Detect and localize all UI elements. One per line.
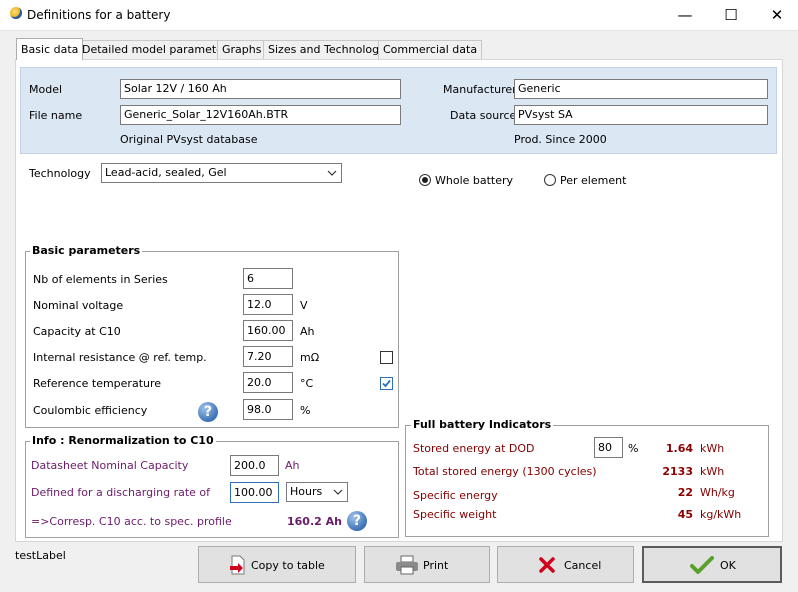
capacity-c10-unit: Ah — [300, 325, 315, 338]
database-note: Original PVsyst database — [120, 133, 258, 146]
coulombic-efficiency-input[interactable]: 98.0 — [243, 399, 293, 420]
nominal-voltage-input[interactable]: 12.0 — [243, 294, 293, 315]
copy-to-table-label: Copy to table — [251, 559, 325, 572]
maximize-icon: ☐ — [724, 6, 738, 24]
discharge-rate-label: Defined for a discharging rate of — [31, 486, 211, 499]
corresponding-c10-value: 160.2 Ah — [287, 515, 342, 528]
dod-unit: % — [628, 442, 639, 455]
ok-label: OK — [720, 559, 736, 572]
tab-commercial-data[interactable]: Commercial data — [378, 40, 483, 59]
series-elements-input[interactable]: 6 — [243, 268, 293, 289]
file-name-label: File name — [29, 109, 83, 122]
discharge-rate-input[interactable]: 100.00 — [230, 482, 279, 503]
chevron-down-icon — [327, 170, 337, 176]
reference-temperature-label: Reference temperature — [33, 377, 162, 390]
technology-value: Lead-acid, sealed, Gel — [105, 166, 227, 179]
coulombic-efficiency-label: Coulombic efficiency — [33, 404, 148, 417]
production-note: Prod. Since 2000 — [514, 133, 607, 146]
discharge-rate-unit-select[interactable]: Hours — [286, 482, 348, 502]
tab-graphs[interactable]: Graphs — [217, 40, 267, 59]
model-field[interactable]: Solar 12V / 160 Ah — [120, 79, 401, 99]
dod-stored-energy-value: 1.64 — [665, 442, 693, 455]
nominal-voltage-unit: V — [300, 299, 308, 312]
coulombic-efficiency-unit: % — [300, 404, 311, 417]
internal-resistance-checkbox[interactable] — [380, 351, 393, 364]
close-icon: ✕ — [770, 6, 784, 24]
specific-energy-unit: Wh/kg — [700, 486, 735, 499]
total-energy-value: 2133 — [662, 465, 693, 478]
tab-detailed-model-parameters[interactable]: Detailed model parameters — [77, 40, 239, 59]
nominal-capacity-unit: Ah — [285, 459, 300, 472]
cancel-label: Cancel — [564, 559, 602, 572]
capacity-c10-label: Capacity at C10 — [33, 325, 121, 338]
window-title: Definitions for a battery — [27, 8, 171, 22]
checkmark-icon — [690, 556, 714, 574]
file-name-field[interactable]: Generic_Solar_12V160Ah.BTR — [120, 105, 401, 125]
series-elements-label: Nb of elements in Series — [33, 273, 168, 286]
renormalization-title: Info : Renormalization to C10 — [30, 434, 216, 447]
print-button[interactable]: Print — [364, 546, 490, 583]
tab-sizes-and-technology[interactable]: Sizes and Technology — [263, 40, 391, 59]
specific-weight-value: 45 — [677, 508, 693, 521]
total-energy-label: Total stored energy (1300 cycles) — [413, 465, 597, 478]
help-icon[interactable]: ? — [347, 511, 367, 531]
minimize-icon: — — [677, 6, 693, 24]
manufacturer-field[interactable]: Generic — [514, 79, 768, 99]
nominal-capacity-input[interactable]: 200.0 — [230, 455, 279, 476]
specific-energy-label: Specific energy — [413, 489, 498, 502]
reference-temperature-checkbox[interactable] — [380, 377, 393, 390]
printer-icon — [396, 555, 418, 575]
copy-to-table-button[interactable]: Copy to table — [198, 546, 356, 583]
data-source-field[interactable]: PVsyst SA — [514, 105, 768, 125]
dod-label: Stored energy at DOD — [413, 442, 535, 455]
copy-icon — [230, 555, 245, 575]
specific-weight-label: Specific weight — [413, 508, 497, 521]
battery-indicators-title: Full battery Indicators — [411, 418, 554, 431]
cancel-x-icon — [539, 557, 555, 573]
model-label: Model — [29, 83, 63, 96]
per-element-radio[interactable] — [544, 174, 556, 186]
app-icon — [10, 7, 22, 19]
technology-label: Technology — [29, 167, 91, 180]
reference-temperature-input[interactable]: 20.0 — [243, 372, 293, 393]
total-energy-unit: kWh — [700, 465, 725, 478]
dod-stored-energy-unit: kWh — [700, 442, 725, 455]
tab-basic-data[interactable]: Basic data — [16, 38, 84, 60]
dod-input[interactable]: 80 — [594, 437, 623, 458]
per-element-label: Per element — [560, 174, 627, 187]
close-button[interactable]: ✕ — [754, 0, 798, 31]
manufacturer-label: Manufacturer — [443, 83, 517, 96]
test-label: testLabel — [15, 549, 66, 562]
internal-resistance-label: Internal resistance @ ref. temp. — [33, 351, 207, 364]
internal-resistance-unit: mΩ — [300, 351, 320, 364]
basic-parameters-title: Basic parameters — [30, 244, 143, 257]
cancel-button[interactable]: Cancel — [497, 546, 634, 583]
whole-battery-label: Whole battery — [435, 174, 514, 187]
ok-button[interactable]: OK — [642, 546, 782, 583]
chevron-down-icon — [333, 489, 343, 495]
technology-select[interactable]: Lead-acid, sealed, Gel — [101, 163, 342, 183]
nominal-voltage-label: Nominal voltage — [33, 299, 124, 312]
help-icon[interactable]: ? — [198, 402, 218, 422]
minimize-button[interactable]: — — [662, 0, 708, 31]
whole-battery-radio[interactable] — [419, 174, 431, 186]
discharge-rate-unit-value: Hours — [290, 485, 323, 498]
maximize-button[interactable]: ☐ — [708, 0, 754, 31]
data-source-label: Data source — [450, 109, 517, 122]
specific-energy-value: 22 — [677, 486, 693, 499]
internal-resistance-input[interactable]: 7.20 — [243, 346, 293, 367]
corresponding-c10-label: =>Corresp. C10 acc. to spec. profile — [31, 515, 232, 528]
specific-weight-unit: kg/kWh — [700, 508, 742, 521]
capacity-c10-input[interactable]: 160.00 — [243, 320, 293, 341]
checkmark-icon — [382, 379, 391, 388]
nominal-capacity-label: Datasheet Nominal Capacity — [31, 459, 189, 472]
print-label: Print — [423, 559, 449, 572]
reference-temperature-unit: °C — [300, 377, 314, 390]
